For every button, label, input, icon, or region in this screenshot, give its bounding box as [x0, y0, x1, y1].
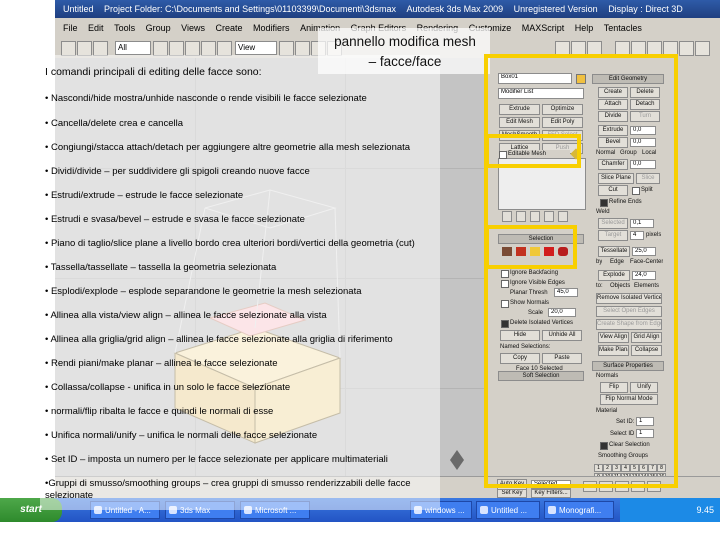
utilities-tab-icon[interactable]	[695, 41, 710, 56]
menu-edit[interactable]: Edit	[88, 23, 104, 33]
redo-icon[interactable]	[77, 41, 92, 56]
scale-icon[interactable]	[217, 41, 232, 56]
title-item: Unregistered Version	[513, 4, 598, 14]
undo-icon[interactable]	[61, 41, 76, 56]
set-key-button[interactable]: Set Key	[497, 489, 527, 498]
select-region-icon[interactable]	[169, 41, 184, 56]
display-tab-icon[interactable]	[679, 41, 694, 56]
menu-modifiers[interactable]: Modifiers	[253, 23, 290, 33]
bullet-item: • Nascondi/hide mostra/unhide nasconde o…	[45, 93, 367, 104]
system-tray: 9.45	[620, 498, 720, 522]
bullet-item: • Allinea alla griglia/grid align – alli…	[45, 334, 393, 345]
bullet-item: • Unifica normali/unify – unifica le nor…	[45, 430, 318, 441]
menu-file[interactable]: File	[63, 23, 78, 33]
slide-intro: I comandi principali di editing delle fa…	[45, 66, 262, 78]
bullet-item: • Allinea alla vista/view align – alline…	[45, 310, 327, 321]
bullet-item: • Rendi piani/make planar – allinea le f…	[45, 358, 278, 369]
title-item: Autodesk 3ds Max 2009	[406, 4, 504, 14]
key-filters-button[interactable]: Key Filters...	[531, 489, 571, 498]
title-item: Project Folder: C:\Documents and Setting…	[104, 4, 397, 14]
menu-help[interactable]: Help	[575, 23, 594, 33]
select-object-icon[interactable]	[153, 41, 168, 56]
clock: 9.45	[696, 505, 714, 515]
menu-views[interactable]: Views	[181, 23, 205, 33]
bullet-item: • Dividi/divide – per suddividere gli sp…	[45, 166, 310, 177]
bullet-item: • Collassa/collapse - unifica in un solo…	[45, 382, 291, 393]
bullet-item: • Estrudi/extrude – estrude le facce sel…	[45, 190, 244, 201]
menu-group[interactable]: Group	[146, 23, 171, 33]
highlight-frame-selection-modes	[485, 225, 577, 269]
menu-tools[interactable]: Tools	[114, 23, 135, 33]
taskbar-item[interactable]: Untitled ...	[476, 501, 540, 519]
move-icon[interactable]	[185, 41, 200, 56]
pivot-icon[interactable]	[279, 41, 294, 56]
bullet-item: • Esplodi/explode – esplode separandone …	[45, 286, 362, 297]
title-item: Display : Direct 3D	[608, 4, 683, 14]
bullet-item: • Cancella/delete crea e cancella	[45, 118, 183, 129]
bullet-item: • Tassella/tassellate – tassella la geom…	[45, 262, 277, 273]
slide-title: pannello modifica mesh – facce/face	[334, 34, 476, 69]
menu-create[interactable]: Create	[216, 23, 243, 33]
bullet-item: • Piano di taglio/slice plane a livello …	[45, 238, 415, 249]
menu-maxscript[interactable]: MAXScript	[522, 23, 565, 33]
reference-coord-select[interactable]: View	[235, 41, 277, 55]
taskbar-item[interactable]: Monografi...	[544, 501, 614, 519]
bullet-item: •Gruppi di smusso/smoothing groups – cre…	[45, 478, 411, 501]
snap-icon[interactable]	[295, 41, 310, 56]
app-titlebar: Untitled Project Folder: C:\Documents an…	[55, 0, 720, 18]
highlight-frame-command-panel	[484, 54, 678, 488]
title-item: Untitled	[63, 4, 94, 14]
rotate-icon[interactable]	[201, 41, 216, 56]
bullet-item: • Estrudi e svasa/bevel – estrude e svas…	[45, 214, 305, 225]
selection-filter-select[interactable]: All	[115, 41, 151, 55]
viewcube-icon	[450, 450, 464, 470]
bullet-item: • Congiungi/stacca attach/detach per agg…	[45, 142, 411, 153]
link-icon[interactable]	[93, 41, 108, 56]
menu-tentacles[interactable]: Tentacles	[604, 23, 642, 33]
highlight-frame-editable-mesh	[485, 134, 581, 168]
bullet-item: • Set ID – imposta un numero per le facc…	[45, 454, 388, 465]
bullet-item: • normali/flip ribalta le facce e quindi…	[45, 406, 274, 417]
